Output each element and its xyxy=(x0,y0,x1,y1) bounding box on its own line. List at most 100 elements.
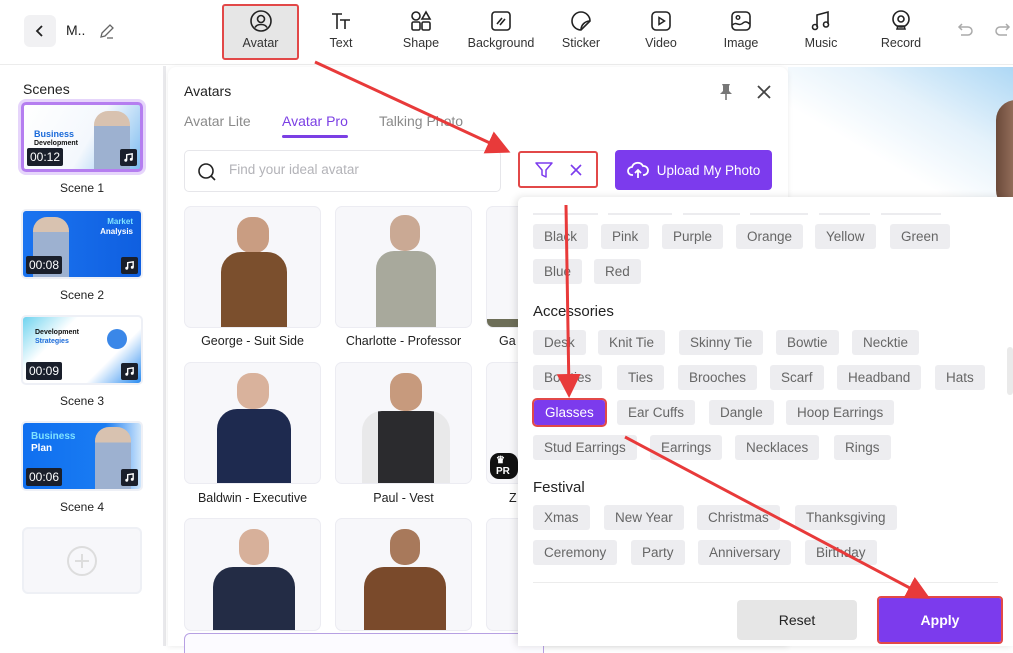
avatar-card[interactable] xyxy=(184,518,321,631)
chip-party[interactable]: Party xyxy=(631,540,685,565)
tool-video[interactable]: Video xyxy=(631,6,691,58)
avatar-card[interactable] xyxy=(184,362,321,484)
scene-thumbnail-3[interactable]: Development Strategies 00:09 xyxy=(21,315,143,385)
chip-knit-tie[interactable]: Knit Tie xyxy=(598,330,666,355)
chip-red[interactable]: Red xyxy=(594,259,641,284)
avatar-head xyxy=(239,529,269,565)
avatar-name: Baldwin - Executive xyxy=(197,491,308,505)
chip-row-partial xyxy=(683,213,740,215)
chip-yellow[interactable]: Yellow xyxy=(815,224,876,249)
upload-label: Upload My Photo xyxy=(656,162,761,178)
scene-thumbnail-2[interactable]: Market Analysis 00:08 xyxy=(21,209,143,279)
tool-label: Video xyxy=(645,36,677,50)
undo-icon[interactable] xyxy=(954,20,976,42)
chip-ties[interactable]: Ties xyxy=(617,365,665,390)
tab-avatar-pro[interactable]: Avatar Pro xyxy=(282,113,348,129)
canvas-preview[interactable] xyxy=(788,67,1013,197)
chip-bowties[interactable]: Bowties xyxy=(533,365,603,390)
chip-ceremony[interactable]: Ceremony xyxy=(533,540,618,565)
chip-anniversary[interactable]: Anniversary xyxy=(698,540,792,565)
search-input[interactable] xyxy=(229,162,489,177)
scene-thumb-subtitle: Strategies xyxy=(35,338,69,345)
avatar-card[interactable] xyxy=(335,518,472,631)
chip-orange[interactable]: Orange xyxy=(736,224,804,249)
chip-new-year[interactable]: New Year xyxy=(604,505,684,530)
chip-row-partial xyxy=(608,213,672,215)
tab-avatar-lite[interactable]: Avatar Lite xyxy=(184,113,251,129)
avatar-head xyxy=(390,529,420,565)
pro-badge-text: PR xyxy=(496,466,510,477)
chip-thanksgiving[interactable]: Thanksgiving xyxy=(795,505,897,530)
avatar-card[interactable] xyxy=(335,362,472,484)
avatar-card[interactable]: ♛ PR xyxy=(486,362,518,484)
tool-image[interactable]: Image xyxy=(711,6,771,58)
chip-necklaces[interactable]: Necklaces xyxy=(735,435,820,460)
chip-earrings[interactable]: Earrings xyxy=(650,435,723,460)
scene-thumbnail-1[interactable]: Business Development 00:12 xyxy=(21,102,143,172)
avatar-card[interactable] xyxy=(335,206,472,328)
chip-desk[interactable]: Desk xyxy=(533,330,586,355)
pin-icon[interactable] xyxy=(716,82,736,102)
avatar-body xyxy=(364,567,446,630)
section-title-festival: Festival xyxy=(533,479,585,496)
avatar-body xyxy=(376,251,436,327)
chip-glasses[interactable]: Glasses xyxy=(532,398,607,427)
chip-brooches[interactable]: Brooches xyxy=(678,365,758,390)
chip-rings[interactable]: Rings xyxy=(834,435,891,460)
chip-dangle[interactable]: Dangle xyxy=(709,400,774,425)
chip-hoop-earrings[interactable]: Hoop Earrings xyxy=(786,400,895,425)
chip-headband[interactable]: Headband xyxy=(837,365,922,390)
tool-record[interactable]: Record xyxy=(871,6,931,58)
avatar-body xyxy=(362,411,450,483)
chip-bowtie[interactable]: Bowtie xyxy=(776,330,839,355)
chip-stud-earrings[interactable]: Stud Earrings xyxy=(533,435,637,460)
filter-dropdown: Black Pink Purple Orange Yellow Green Bl… xyxy=(518,197,1013,646)
avatar-head xyxy=(237,217,269,253)
music-note-icon xyxy=(121,363,138,380)
chip-blue[interactable]: Blue xyxy=(533,259,583,284)
chip-black[interactable]: Black xyxy=(533,224,589,249)
filter-icon[interactable] xyxy=(533,159,555,181)
tool-text[interactable]: Text xyxy=(311,6,371,58)
scene-thumbnail-4[interactable]: Business Plan 00:06 xyxy=(21,421,143,491)
chip-pink[interactable]: Pink xyxy=(601,224,650,249)
chip-birthday[interactable]: Birthday xyxy=(805,540,877,565)
tool-sticker[interactable]: Sticker xyxy=(551,6,611,58)
chip-skinny-tie[interactable]: Skinny Tie xyxy=(679,330,764,355)
close-icon[interactable] xyxy=(754,82,774,102)
chip-scarf[interactable]: Scarf xyxy=(770,365,824,390)
pencil-icon[interactable] xyxy=(96,20,118,42)
apply-button[interactable]: Apply xyxy=(877,596,1003,644)
scene-thumb-subtitle: Development xyxy=(34,140,78,147)
chip-ear-cuffs[interactable]: Ear Cuffs xyxy=(617,400,696,425)
chip-xmas[interactable]: Xmas xyxy=(533,505,590,530)
scene-thumb-subtitle: Plan xyxy=(31,443,53,454)
clear-filter-icon[interactable] xyxy=(569,163,583,177)
filter-scrollbar[interactable] xyxy=(1007,347,1013,395)
chip-necktie[interactable]: Necktie xyxy=(852,330,920,355)
tool-avatar[interactable]: Avatar xyxy=(222,4,299,60)
chip-christmas[interactable]: Christmas xyxy=(697,505,780,530)
tab-talking-photo[interactable]: Talking Photo xyxy=(379,113,463,129)
chip-row-partial xyxy=(533,213,598,215)
back-button[interactable] xyxy=(24,15,56,47)
tool-shape[interactable]: Shape xyxy=(391,6,451,58)
chip-hats[interactable]: Hats xyxy=(935,365,985,390)
tool-background[interactable]: Background xyxy=(463,6,539,58)
tool-label: Shape xyxy=(402,36,440,50)
add-scene-button[interactable] xyxy=(22,527,142,594)
project-title[interactable]: M.. xyxy=(66,22,85,38)
avatar-name: Paul - Vest xyxy=(373,491,434,505)
tool-music[interactable]: Music xyxy=(791,6,851,58)
avatar-card[interactable] xyxy=(486,518,518,631)
reset-button[interactable]: Reset xyxy=(737,600,857,640)
chip-purple[interactable]: Purple xyxy=(662,224,724,249)
upload-photo-button[interactable]: Upload My Photo xyxy=(615,150,772,190)
scene-label: Scene 3 xyxy=(59,394,105,408)
avatar-card[interactable] xyxy=(486,206,518,328)
avatar-card[interactable] xyxy=(184,206,321,328)
scene-duration: 00:08 xyxy=(26,256,63,274)
redo-icon[interactable] xyxy=(992,20,1013,42)
chip-green[interactable]: Green xyxy=(890,224,950,249)
pro-badge: ♛ PR xyxy=(490,453,518,479)
